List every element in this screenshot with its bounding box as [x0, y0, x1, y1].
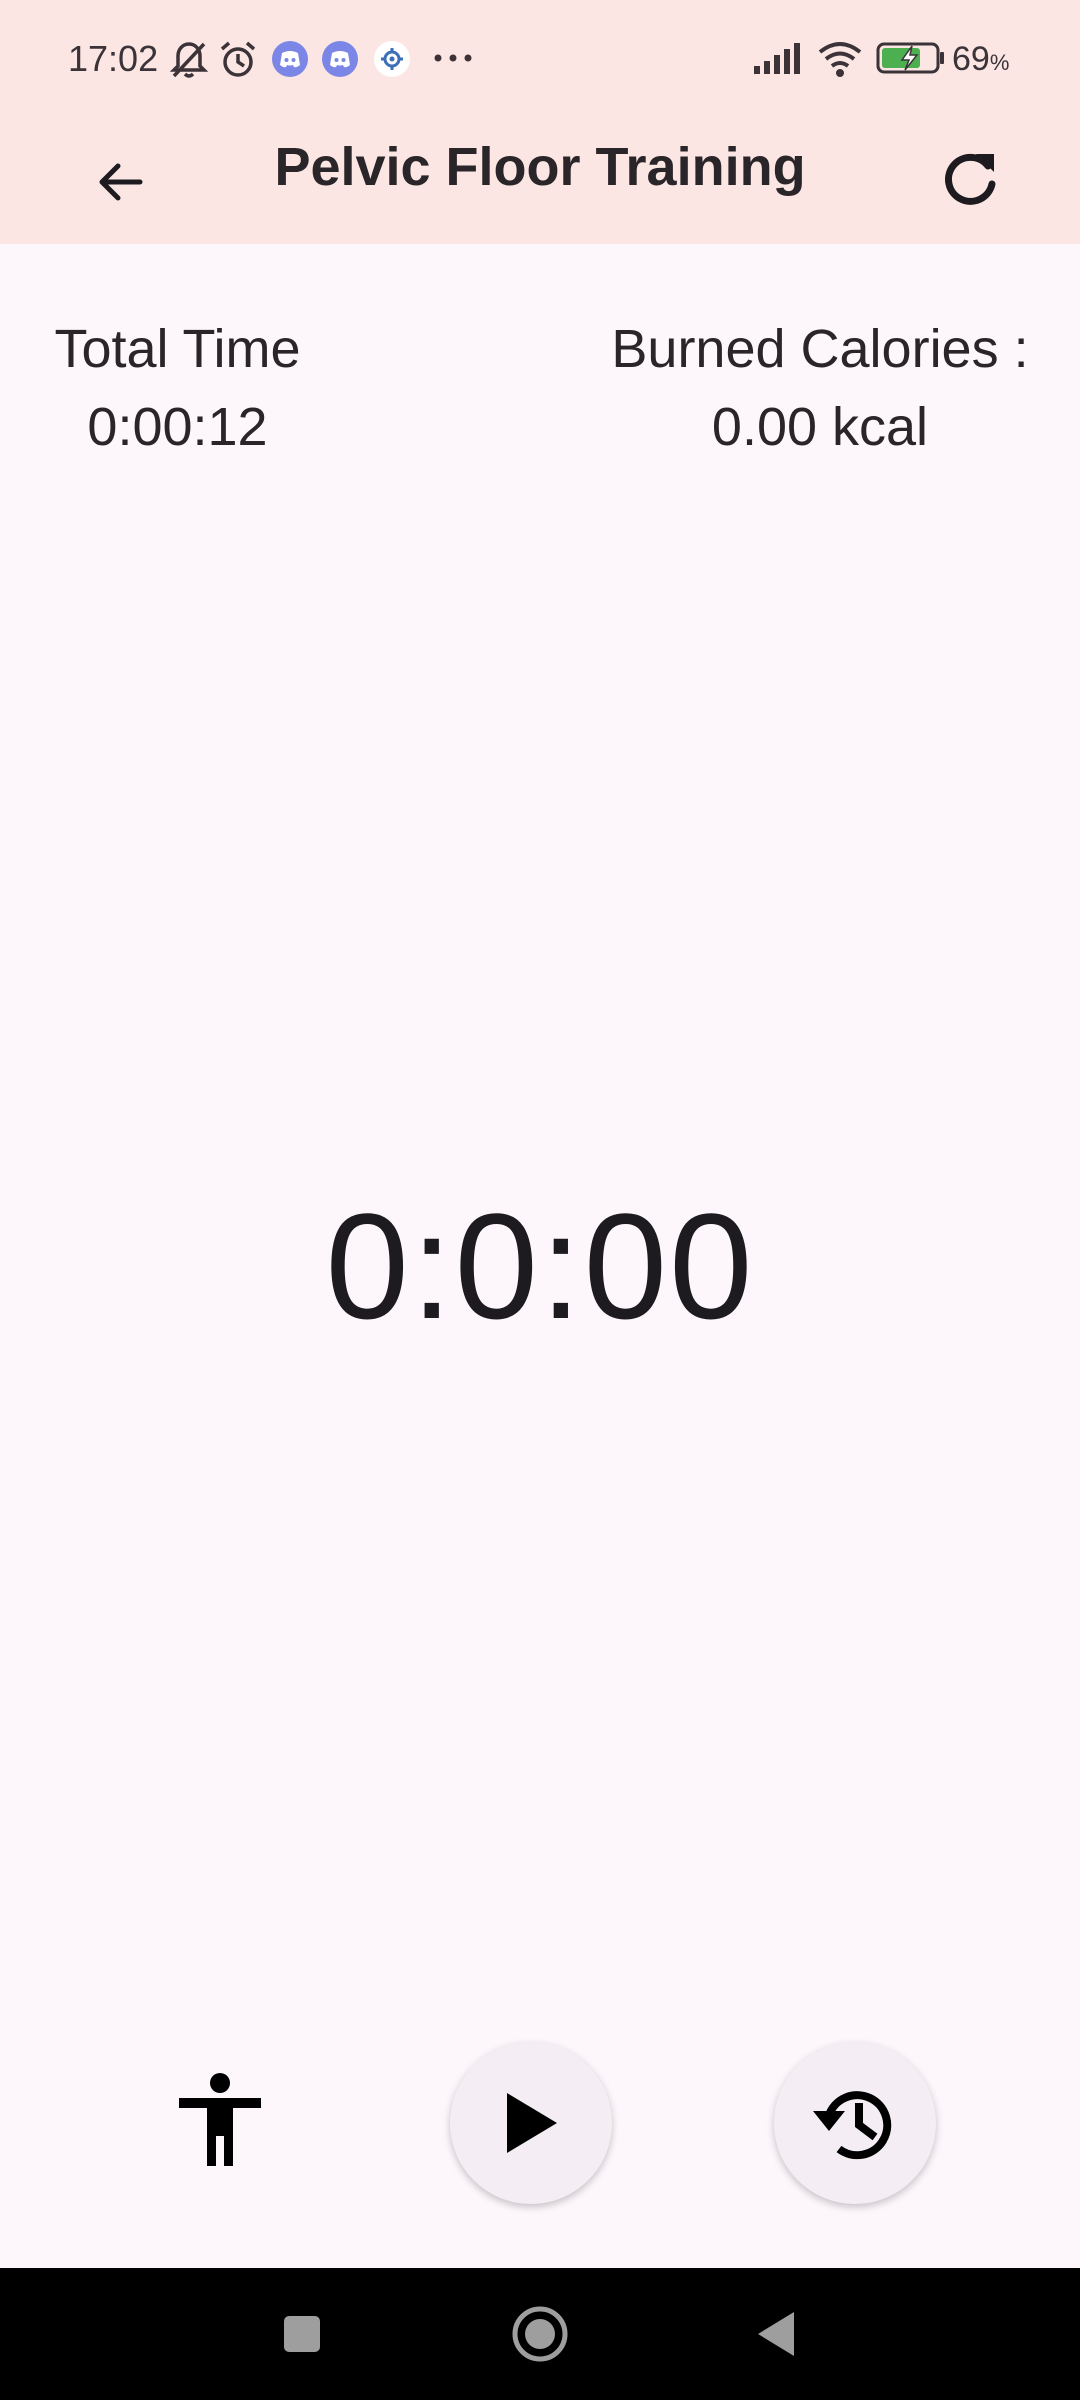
bell-off-icon — [170, 42, 208, 78]
home-button[interactable] — [500, 2294, 580, 2374]
nav-back-button[interactable] — [736, 2294, 816, 2374]
discord-icon — [322, 41, 358, 77]
app-bar: Pelvic Floor Training — [0, 120, 1080, 244]
total-time-stat: Total Time 0:00:12 — [30, 310, 325, 466]
battery-percent-unit: % — [989, 50, 1010, 75]
top-bar: 17:02 69% Pelvic Floor Training — [0, 0, 1080, 244]
more-icon — [434, 54, 472, 62]
history-icon — [813, 2091, 892, 2160]
discord-icon — [272, 41, 308, 77]
calories-label: Burned Calories : — [611, 319, 1029, 379]
calories-stat: Burned Calories : 0.00 kcal — [590, 310, 1050, 466]
timer-display: 0:0:00 — [325, 1182, 755, 1350]
play-button[interactable] — [450, 2042, 612, 2204]
status-bar: 17:02 69% — [0, 0, 1080, 120]
refresh-button[interactable] — [930, 140, 1010, 220]
recents-button[interactable] — [262, 2294, 342, 2374]
refresh-icon — [945, 153, 996, 205]
home-icon — [512, 2306, 568, 2362]
total-time-value: 0:00:12 — [87, 397, 268, 457]
battery-percent: 69% — [952, 40, 1009, 79]
accessibility-button[interactable] — [160, 2060, 280, 2180]
accessibility-icon — [179, 2073, 261, 2166]
history-button[interactable] — [774, 2042, 936, 2204]
calories-value: 0.00 kcal — [711, 397, 929, 457]
status-time: 17:02 — [68, 38, 159, 79]
page-title: Pelvic Floor Training — [274, 137, 806, 197]
recents-icon — [284, 2316, 320, 2352]
back-icon — [758, 2312, 794, 2356]
battery-percent-value: 69 — [952, 40, 990, 78]
play-icon — [507, 2093, 557, 2153]
battery-charging-icon — [876, 42, 944, 74]
wifi-icon — [818, 42, 862, 77]
alarm-icon — [220, 41, 256, 77]
total-time-label: Total Time — [54, 319, 301, 379]
system-nav-bar — [0, 2268, 1080, 2400]
app-icon — [374, 41, 410, 77]
signal-icon — [754, 43, 800, 74]
